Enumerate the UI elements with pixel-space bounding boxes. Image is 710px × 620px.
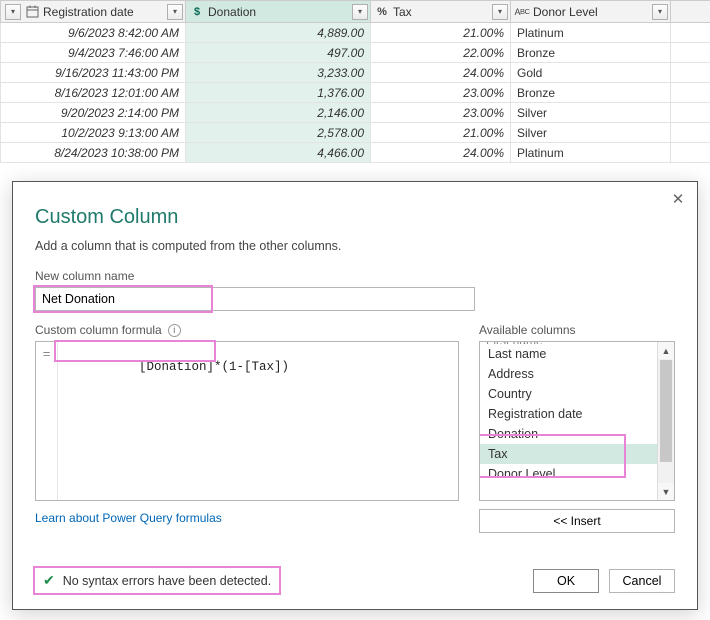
list-item[interactable]: Donor Level xyxy=(480,464,674,484)
column-dropdown[interactable]: ▾ xyxy=(167,4,183,20)
cell-tax[interactable]: 23.00% xyxy=(371,103,511,123)
close-button[interactable]: ✕ xyxy=(669,190,687,208)
cell-donor-level[interactable]: Platinum xyxy=(511,143,671,163)
column-dropdown[interactable]: ▾ xyxy=(492,4,508,20)
list-item[interactable]: Registration date xyxy=(480,404,674,424)
table-row[interactable]: 9/4/2023 7:46:00 AM497.0022.00%Bronze xyxy=(1,43,710,63)
cell-registration[interactable]: 8/16/2023 12:01:00 AM xyxy=(1,83,186,103)
cell-tax[interactable]: 21.00% xyxy=(371,23,511,43)
column-header-donation[interactable]: $ Donation ▾ xyxy=(186,1,371,23)
table-row[interactable]: 9/20/2023 2:14:00 PM2,146.0023.00%Silver xyxy=(1,103,710,123)
cell-tax[interactable]: 24.00% xyxy=(371,63,511,83)
formula-editor[interactable]: = [Donation]*(1-[Tax]) xyxy=(35,341,459,501)
list-item[interactable]: Donation xyxy=(480,424,674,444)
cell-extra xyxy=(671,103,710,123)
cell-registration[interactable]: 9/16/2023 11:43:00 PM xyxy=(1,63,186,83)
cell-donor-level[interactable]: Bronze xyxy=(511,43,671,63)
column-label: Registration date xyxy=(43,5,163,19)
column-label: Donor Level xyxy=(533,5,648,19)
cell-donor-level[interactable]: Silver xyxy=(511,123,671,143)
cell-donation[interactable]: 3,233.00 xyxy=(186,63,371,83)
cell-donor-level[interactable]: Platinum xyxy=(511,23,671,43)
dialog-subtitle: Add a column that is computed from the o… xyxy=(35,239,675,253)
table-row[interactable]: 8/16/2023 12:01:00 AM1,376.0023.00%Bronz… xyxy=(1,83,710,103)
equals-prefix: = xyxy=(36,342,58,500)
cell-donor-level[interactable]: Gold xyxy=(511,63,671,83)
cell-extra xyxy=(671,83,710,103)
column-header-extra[interactable] xyxy=(671,1,710,23)
cell-extra xyxy=(671,143,710,163)
list-item[interactable]: Country xyxy=(480,384,674,404)
column-header-tax[interactable]: % Tax ▾ xyxy=(371,1,511,23)
cell-donation[interactable]: 497.00 xyxy=(186,43,371,63)
cell-registration[interactable]: 10/2/2023 9:13:00 AM xyxy=(1,123,186,143)
cell-donation[interactable]: 4,466.00 xyxy=(186,143,371,163)
table-row[interactable]: 8/24/2023 10:38:00 PM4,466.0024.00%Plati… xyxy=(1,143,710,163)
new-column-name-label: New column name xyxy=(35,269,675,283)
cell-tax[interactable]: 22.00% xyxy=(371,43,511,63)
calendar-icon xyxy=(25,5,39,19)
list-item[interactable]: Last name xyxy=(480,344,674,364)
check-icon: ✔ xyxy=(43,572,55,589)
text-type-icon: ABC xyxy=(515,5,529,19)
formula-text: [Donation]*(1-[Tax]) xyxy=(139,360,289,374)
data-grid: ▾ Registration date ▾ $ Donation ▾ xyxy=(0,0,710,163)
cell-registration[interactable]: 8/24/2023 10:38:00 PM xyxy=(1,143,186,163)
dollar-icon: $ xyxy=(190,5,204,19)
column-dropdown[interactable]: ▾ xyxy=(352,4,368,20)
status-text: No syntax errors have been detected. xyxy=(63,574,271,588)
highlight-box xyxy=(54,340,216,362)
column-dropdown[interactable]: ▾ xyxy=(652,4,668,20)
scroll-thumb[interactable] xyxy=(660,360,672,462)
column-label: Donation xyxy=(208,5,348,19)
column-header-registration[interactable]: ▾ Registration date ▾ xyxy=(1,1,186,23)
scroll-down-icon[interactable]: ▼ xyxy=(658,483,675,500)
insert-button[interactable]: << Insert xyxy=(479,509,675,533)
table-row[interactable]: 9/16/2023 11:43:00 PM3,233.0024.00%Gold xyxy=(1,63,710,83)
cell-registration[interactable]: 9/4/2023 7:46:00 AM xyxy=(1,43,186,63)
cell-registration[interactable]: 9/6/2023 8:42:00 AM xyxy=(1,23,186,43)
cell-extra xyxy=(671,63,710,83)
cell-donation[interactable]: 2,146.00 xyxy=(186,103,371,123)
list-item[interactable]: Tax xyxy=(480,444,674,464)
available-columns-label: Available columns xyxy=(479,323,675,337)
new-column-name-input[interactable] xyxy=(35,287,475,311)
table-row[interactable]: 9/6/2023 8:42:00 AM4,889.0021.00%Platinu… xyxy=(1,23,710,43)
learn-link[interactable]: Learn about Power Query formulas xyxy=(35,511,222,525)
available-columns-list[interactable]: First name Last nameAddressCountryRegist… xyxy=(479,341,675,501)
column-header-donor-level[interactable]: ABC Donor Level ▾ xyxy=(511,1,671,23)
cell-extra xyxy=(671,43,710,63)
formula-label: Custom column formula i xyxy=(35,323,459,337)
cell-tax[interactable]: 24.00% xyxy=(371,143,511,163)
cancel-button[interactable]: Cancel xyxy=(609,569,675,593)
prev-col-dropdown[interactable]: ▾ xyxy=(5,4,21,20)
syntax-status: ✔ No syntax errors have been detected. xyxy=(35,568,279,593)
cell-donor-level[interactable]: Silver xyxy=(511,103,671,123)
dialog-title: Custom Column xyxy=(35,206,675,229)
cell-tax[interactable]: 21.00% xyxy=(371,123,511,143)
scrollbar[interactable]: ▲ ▼ xyxy=(657,342,674,500)
cell-extra xyxy=(671,23,710,43)
cell-donation[interactable]: 4,889.00 xyxy=(186,23,371,43)
list-item[interactable]: Address xyxy=(480,364,674,384)
scroll-up-icon[interactable]: ▲ xyxy=(658,342,675,359)
cell-tax[interactable]: 23.00% xyxy=(371,83,511,103)
cell-donation[interactable]: 1,376.00 xyxy=(186,83,371,103)
table-row[interactable]: 10/2/2023 9:13:00 AM2,578.0021.00%Silver xyxy=(1,123,710,143)
cell-registration[interactable]: 9/20/2023 2:14:00 PM xyxy=(1,103,186,123)
column-label: Tax xyxy=(393,5,488,19)
ok-button[interactable]: OK xyxy=(533,569,599,593)
custom-column-dialog: ✕ Custom Column Add a column that is com… xyxy=(12,181,698,610)
cell-donation[interactable]: 2,578.00 xyxy=(186,123,371,143)
cell-extra xyxy=(671,123,710,143)
info-icon[interactable]: i xyxy=(168,324,181,337)
cell-donor-level[interactable]: Bronze xyxy=(511,83,671,103)
percent-icon: % xyxy=(375,5,389,19)
